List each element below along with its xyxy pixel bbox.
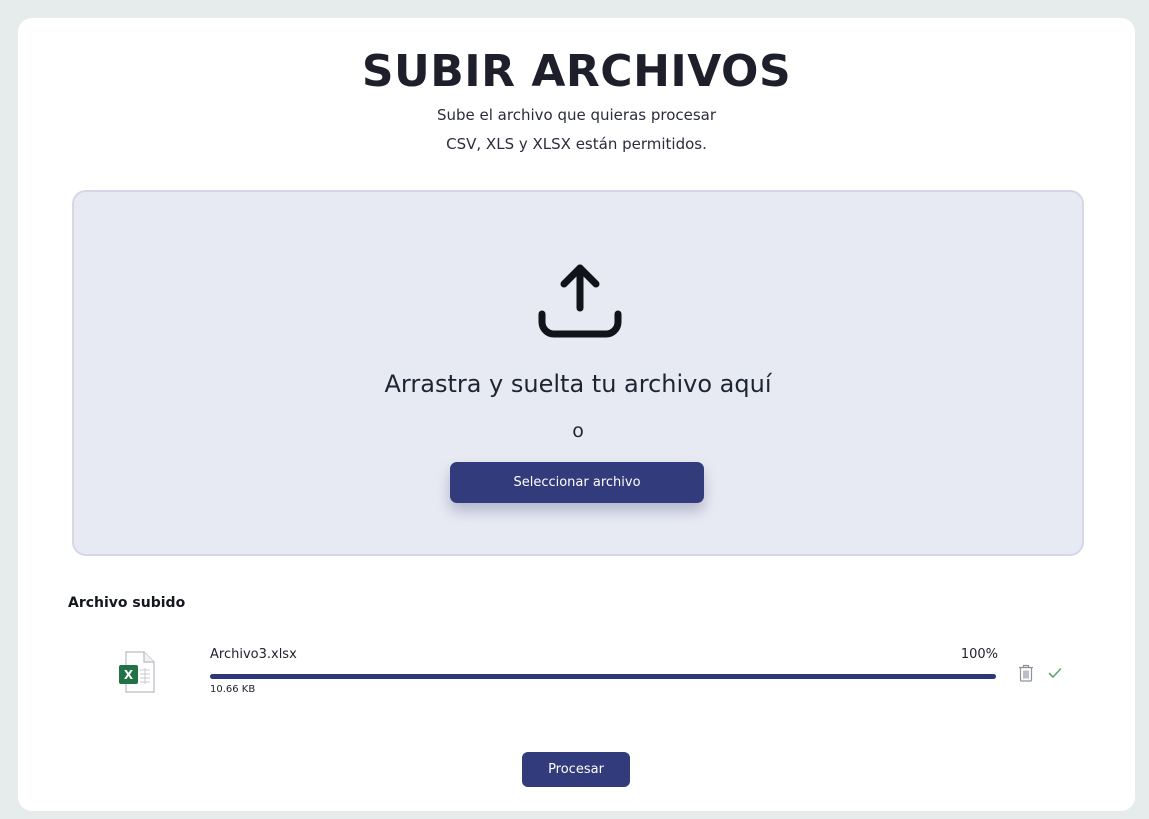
svg-text:X: X	[124, 668, 134, 682]
excel-file-icon: X	[119, 651, 155, 693]
dropzone-or-text: o	[572, 420, 584, 442]
upload-progress-bar	[210, 674, 996, 679]
upload-card: SUBIR ARCHIVOS Sube el archivo que quier…	[18, 18, 1135, 811]
file-size: 10.66 KB	[210, 684, 256, 695]
process-button[interactable]: Procesar	[522, 752, 630, 787]
uploaded-file-row: X Archivo3.xlsx 100% 10.66 KB	[18, 638, 1135, 708]
upload-icon	[538, 264, 622, 338]
check-icon	[1048, 668, 1062, 678]
file-dropzone[interactable]: Arrastra y suelta tu archivo aquí o Sele…	[72, 190, 1084, 556]
dropzone-drag-text: Arrastra y suelta tu archivo aquí	[384, 370, 772, 398]
subtitle-allowed-formats: CSV, XLS y XLSX están permitidos.	[446, 135, 707, 153]
page-title: SUBIR ARCHIVOS	[361, 46, 792, 97]
select-file-button[interactable]: Seleccionar archivo	[450, 462, 704, 503]
upload-progress-fill	[210, 674, 996, 679]
subtitle-instructions: Sube el archivo que quieras procesar	[436, 106, 717, 124]
file-name: Archivo3.xlsx	[210, 647, 297, 662]
uploaded-files-heading: Archivo subido	[68, 595, 186, 611]
trash-icon[interactable]	[1018, 664, 1034, 682]
upload-percent: 100%	[960, 647, 998, 662]
